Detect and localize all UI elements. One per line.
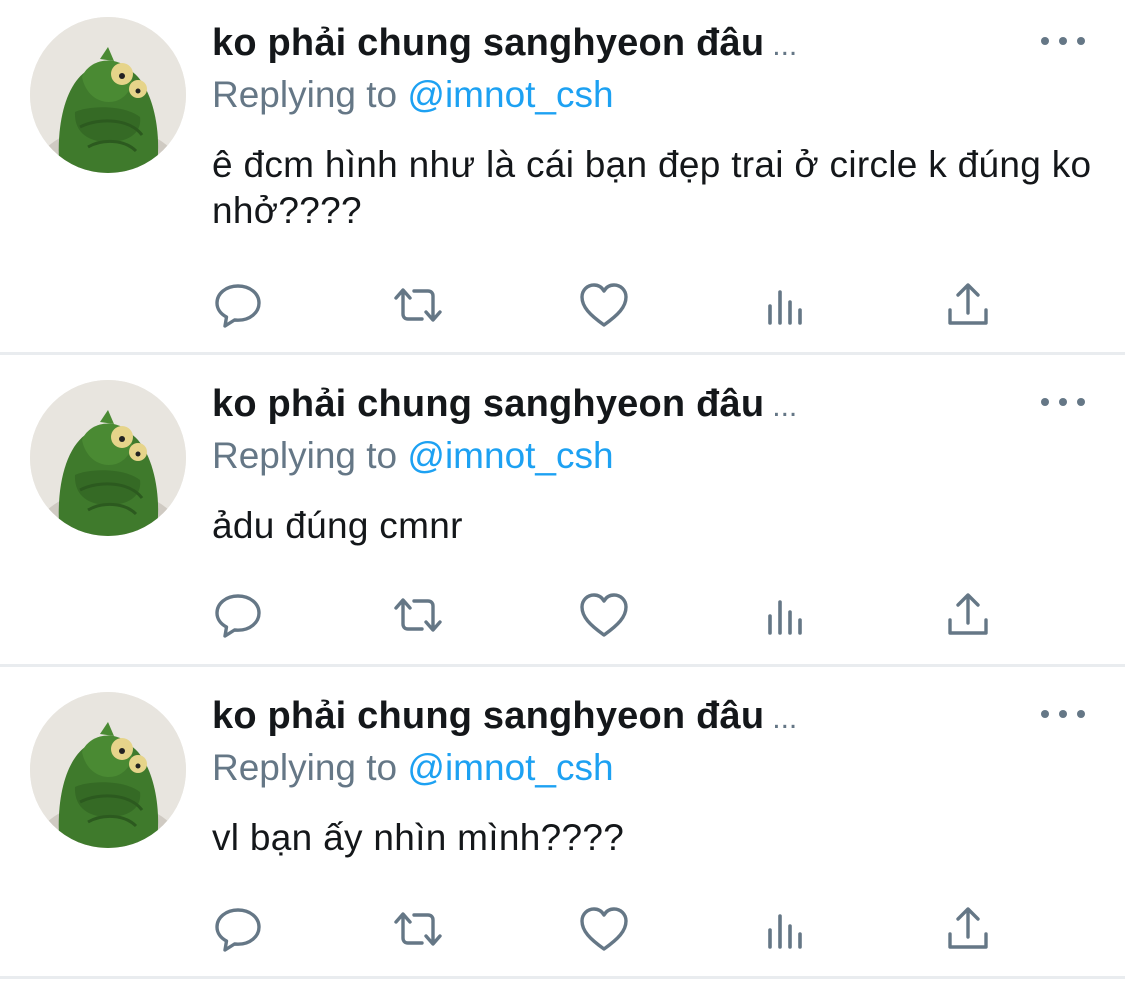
replying-prefix: Replying to xyxy=(212,74,398,115)
avatar[interactable] xyxy=(30,380,186,536)
heart-icon xyxy=(580,283,628,327)
avatar[interactable] xyxy=(30,692,186,848)
like-button[interactable] xyxy=(578,280,630,330)
avatar[interactable] xyxy=(30,17,186,173)
reply-thread: ko phải chung sanghyeon đâu... Replying … xyxy=(0,0,1125,981)
share-icon xyxy=(948,907,988,949)
reply-handle-link[interactable]: @imnot_csh xyxy=(407,435,613,476)
more-icon[interactable] xyxy=(1041,389,1085,415)
analytics-button[interactable] xyxy=(760,904,812,954)
replying-to: Replying to @imnot_csh xyxy=(212,435,614,477)
retweet-icon xyxy=(394,598,442,632)
retweet-button[interactable] xyxy=(392,590,444,640)
retweet-icon xyxy=(394,912,442,946)
reply-icon xyxy=(215,284,261,328)
tweet-header: ko phải chung sanghyeon đâu... xyxy=(212,383,912,431)
name-truncation: ... xyxy=(772,702,798,735)
action-bar xyxy=(212,280,992,330)
analytics-button[interactable] xyxy=(760,590,812,640)
reply-button[interactable] xyxy=(212,280,264,330)
retweet-icon xyxy=(394,288,442,322)
heart-icon xyxy=(580,593,628,637)
action-bar xyxy=(212,904,992,954)
tweet-text: vl bạn ấy nhìn mình???? xyxy=(212,817,625,858)
tweet-header: ko phải chung sanghyeon đâu... xyxy=(212,22,912,70)
retweet-button[interactable] xyxy=(392,280,444,330)
tweet-item[interactable]: ko phải chung sanghyeon đâu... Replying … xyxy=(0,355,1125,667)
replying-to: Replying to @imnot_csh xyxy=(212,747,614,789)
reply-handle-link[interactable]: @imnot_csh xyxy=(407,747,613,788)
replying-to: Replying to @imnot_csh xyxy=(212,74,614,116)
more-icon[interactable] xyxy=(1041,28,1085,54)
display-name[interactable]: ko phải chung sanghyeon đâu xyxy=(212,383,764,425)
display-name[interactable]: ko phải chung sanghyeon đâu xyxy=(212,22,764,64)
reply-handle-link[interactable]: @imnot_csh xyxy=(407,74,613,115)
reply-icon xyxy=(215,908,261,952)
heart-icon xyxy=(580,907,628,951)
tweet-item[interactable]: ko phải chung sanghyeon đâu... Replying … xyxy=(0,0,1125,355)
retweet-button[interactable] xyxy=(392,904,444,954)
analytics-button[interactable] xyxy=(760,280,812,330)
reply-button[interactable] xyxy=(212,590,264,640)
like-button[interactable] xyxy=(578,904,630,954)
name-truncation: ... xyxy=(772,390,798,423)
share-button[interactable] xyxy=(942,280,994,330)
tweet-header: ko phải chung sanghyeon đâu... xyxy=(212,695,912,743)
more-icon[interactable] xyxy=(1041,701,1085,727)
share-icon xyxy=(948,283,988,325)
reply-button[interactable] xyxy=(212,904,264,954)
replying-prefix: Replying to xyxy=(212,747,398,788)
like-button[interactable] xyxy=(578,590,630,640)
replying-prefix: Replying to xyxy=(212,435,398,476)
reply-icon xyxy=(215,594,261,638)
tweet-text: ê đcm hình như là cái bạn đẹp trai ở cir… xyxy=(212,144,1092,231)
share-button[interactable] xyxy=(942,904,994,954)
share-button[interactable] xyxy=(942,590,994,640)
analytics-icon xyxy=(768,290,802,325)
share-icon xyxy=(948,593,988,635)
analytics-icon xyxy=(768,914,802,949)
display-name[interactable]: ko phải chung sanghyeon đâu xyxy=(212,695,764,737)
tweet-item[interactable]: ko phải chung sanghyeon đâu... Replying … xyxy=(0,667,1125,979)
analytics-icon xyxy=(768,600,802,635)
action-bar xyxy=(212,590,992,640)
name-truncation: ... xyxy=(772,29,798,62)
tweet-text: ảdu đúng cmnr xyxy=(212,505,463,546)
